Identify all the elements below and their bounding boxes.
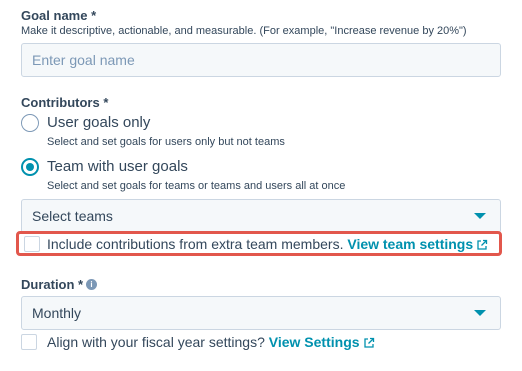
fiscal-year-checkbox[interactable] xyxy=(21,334,37,350)
select-teams-dropdown[interactable]: Select teams xyxy=(21,199,501,233)
radio-user-goals-only[interactable] xyxy=(21,114,39,132)
contributors-label: Contributors * xyxy=(21,95,109,110)
include-contributions-checkbox[interactable] xyxy=(24,236,40,252)
duration-dropdown[interactable]: Monthly xyxy=(21,296,501,330)
duration-label: Duration * xyxy=(21,277,84,292)
radio-team-with-user-goals-help: Select and set goals for teams or teams … xyxy=(47,180,346,192)
include-contributions-label[interactable]: Include contributions from extra team me… xyxy=(47,236,343,252)
goal-name-help: Make it descriptive, actionable, and mea… xyxy=(21,25,467,37)
radio-user-goals-only-label[interactable]: User goals only xyxy=(47,114,150,131)
include-contributions-row: Include contributions from extra team me… xyxy=(47,236,488,252)
goal-name-input[interactable]: Enter goal name xyxy=(21,43,501,77)
select-teams-value: Select teams xyxy=(32,208,113,224)
duration-value: Monthly xyxy=(32,305,82,321)
external-link-icon[interactable] xyxy=(476,239,488,251)
chevron-down-icon xyxy=(474,310,486,316)
external-link-icon[interactable] xyxy=(363,337,375,349)
view-team-settings-link[interactable]: View team settings xyxy=(347,236,473,252)
view-settings-link[interactable]: View Settings xyxy=(269,334,360,350)
radio-user-goals-only-help: Select and set goals for users only but … xyxy=(47,136,285,148)
info-icon[interactable]: i xyxy=(86,279,97,290)
radio-team-with-user-goals-label[interactable]: Team with user goals xyxy=(47,158,188,175)
radio-team-with-user-goals[interactable] xyxy=(21,158,39,176)
goal-name-label: Goal name * xyxy=(21,8,97,23)
fiscal-year-label[interactable]: Align with your fiscal year settings? xyxy=(47,334,265,350)
chevron-down-icon xyxy=(474,213,486,219)
fiscal-year-row: Align with your fiscal year settings? Vi… xyxy=(47,334,375,350)
